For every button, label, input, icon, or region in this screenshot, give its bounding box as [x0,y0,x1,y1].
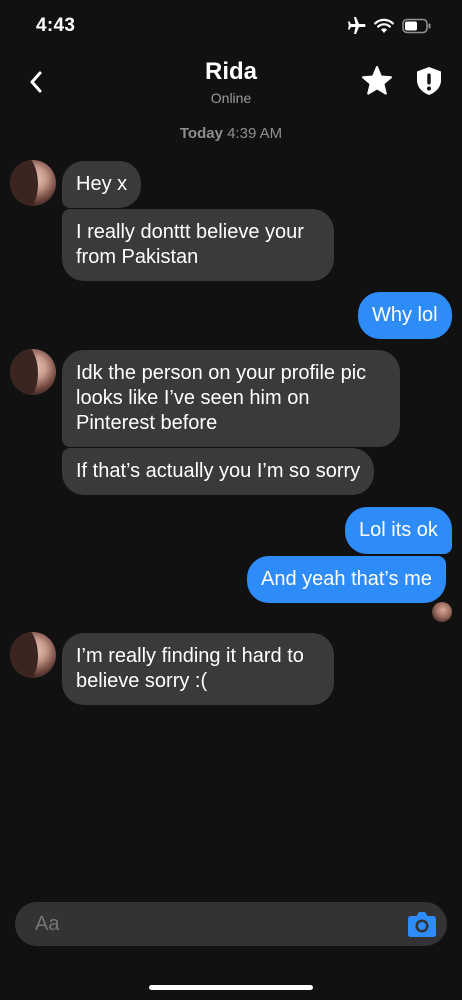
message-bubble-incoming[interactable]: Idk the person on your profile pic looks… [62,350,400,447]
divider-day: Today [179,125,223,142]
message-bubble-outgoing[interactable]: And yeah that’s me [247,556,446,603]
message-bubble-outgoing[interactable]: Lol its ok [345,507,452,554]
status-bar: 4:43 [0,0,462,56]
wifi-icon [374,18,394,34]
status-icons [346,17,432,35]
avatar[interactable] [10,349,56,395]
favorite-button[interactable] [360,64,394,98]
divider-time: 4:39 AM [227,125,283,142]
star-icon [362,66,392,95]
camera-icon [408,912,436,937]
read-receipt-avatar [432,602,452,622]
message-bubble-incoming[interactable]: I’m really finding it hard to believe so… [62,633,334,705]
timestamp-divider: Today 4:39 AM [0,125,462,142]
message-input[interactable] [35,913,395,936]
shield-alert-icon [417,67,441,95]
chat-header: Rida Online [0,56,462,116]
message-bubble-outgoing[interactable]: Why lol [358,292,452,339]
battery-icon [402,18,432,34]
home-indicator[interactable] [149,985,313,990]
message-bubble-incoming[interactable]: Hey x [62,161,142,208]
report-button[interactable] [412,64,446,98]
airplane-mode-icon [346,17,366,35]
avatar[interactable] [10,632,56,678]
avatar[interactable] [10,160,56,206]
status-time: 4:43 [36,15,76,36]
message-composer[interactable] [15,902,447,946]
camera-button[interactable] [407,910,437,938]
message-bubble-incoming[interactable]: If that’s actually you I’m so sorry [62,448,375,495]
message-bubble-incoming[interactable]: I really donttt believe your from Pakist… [62,209,334,281]
